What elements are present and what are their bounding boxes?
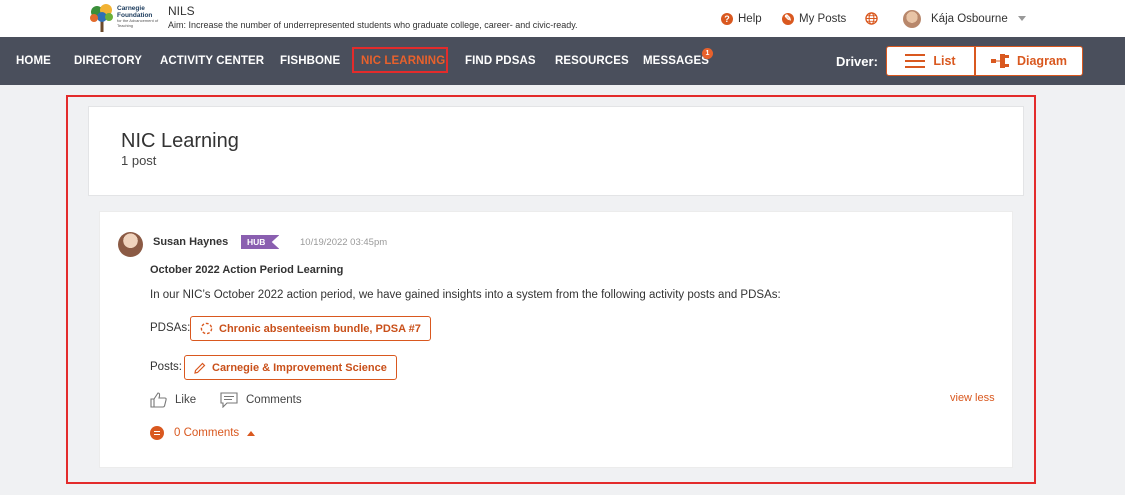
nav-directory[interactable]: DIRECTORY xyxy=(74,37,142,85)
comments-button[interactable]: Comments xyxy=(220,392,302,408)
chevron-up-icon xyxy=(247,430,256,436)
post-count: 1 post xyxy=(121,153,157,168)
post-card: Susan Haynes HUB 10/19/2022 03:45pm Octo… xyxy=(99,211,1013,468)
globe-icon xyxy=(865,12,878,25)
pdsa-link[interactable]: Chronic absenteeism bundle, PDSA #7 xyxy=(190,316,431,341)
logo-tagline: for the Advancement of Teaching xyxy=(117,18,159,28)
help-link[interactable]: ? Help xyxy=(721,0,762,37)
nav-fishbone[interactable]: FISHBONE xyxy=(280,37,340,85)
nav-home[interactable]: HOME xyxy=(16,37,51,85)
post-date: 10/19/2022 03:45pm xyxy=(300,237,388,248)
pencil-icon xyxy=(194,362,206,374)
like-label: Like xyxy=(175,394,197,406)
diagram-view-button[interactable]: Diagram xyxy=(975,46,1083,76)
language-selector[interactable] xyxy=(865,0,878,37)
my-posts-link[interactable]: ✎ My Posts xyxy=(782,0,846,37)
aim-statement: Aim: Increase the number of underreprese… xyxy=(168,20,578,30)
user-menu[interactable]: Kája Osbourne xyxy=(903,0,1026,37)
diagram-label: Diagram xyxy=(1016,54,1068,68)
help-icon: ? xyxy=(721,12,733,25)
post-title: October 2022 Action Period Learning xyxy=(150,264,344,276)
post-link-label: Carnegie & Improvement Science xyxy=(212,361,387,374)
comment-icon xyxy=(220,392,238,408)
comment-bubble-icon xyxy=(150,426,164,440)
user-avatar xyxy=(903,9,921,28)
view-less-link[interactable]: view less xyxy=(950,392,995,404)
app-name: NILS xyxy=(168,4,195,18)
messages-badge: 1 xyxy=(702,48,713,59)
user-name: Kája Osbourne xyxy=(931,12,1008,25)
page-header-card: NIC Learning 1 post xyxy=(88,106,1024,196)
nav-resources[interactable]: RESOURCES xyxy=(555,37,629,85)
list-icon xyxy=(905,54,926,68)
post-body: In our NIC’s October 2022 action period,… xyxy=(150,289,781,301)
nav-messages[interactable]: MESSAGES xyxy=(643,37,709,85)
post-link[interactable]: Carnegie & Improvement Science xyxy=(184,355,397,380)
list-label: List xyxy=(933,54,956,68)
pdsas-label: PDSAs: xyxy=(150,322,191,334)
help-label: Help xyxy=(738,12,762,25)
active-nav-highlight xyxy=(352,47,448,73)
hub-badge: HUB xyxy=(241,235,280,249)
diagram-icon xyxy=(990,54,1009,68)
top-header: Carnegie Foundation for the Advancement … xyxy=(0,0,1125,37)
carnegie-logo[interactable]: Carnegie Foundation for the Advancement … xyxy=(88,2,162,34)
pencil-icon: ✎ xyxy=(782,12,794,25)
nav-find-pdsas[interactable]: FIND PDSAS xyxy=(465,37,536,85)
comments-label: Comments xyxy=(246,394,302,406)
logo-wordmark: Carnegie Foundation xyxy=(117,5,153,19)
thumbs-up-icon xyxy=(150,392,167,408)
comments-toggle[interactable]: 0 Comments xyxy=(150,426,256,440)
chevron-down-icon xyxy=(1017,16,1026,21)
page-title: NIC Learning xyxy=(121,130,239,152)
pdsa-link-label: Chronic absenteeism bundle, PDSA #7 xyxy=(219,322,421,335)
comment-count: 0 Comments xyxy=(174,427,240,439)
author-avatar[interactable] xyxy=(118,232,143,257)
cycle-icon xyxy=(200,322,213,335)
my-posts-label: My Posts xyxy=(799,12,847,25)
author-name[interactable]: Susan Haynes xyxy=(153,236,228,248)
driver-label: Driver: xyxy=(836,53,878,69)
nav-activity-center[interactable]: ACTIVITY CENTER xyxy=(160,37,264,85)
tree-logo-icon xyxy=(90,4,113,32)
like-button[interactable]: Like xyxy=(150,392,196,408)
posts-label: Posts: xyxy=(150,361,182,373)
list-view-button[interactable]: List xyxy=(886,46,975,76)
